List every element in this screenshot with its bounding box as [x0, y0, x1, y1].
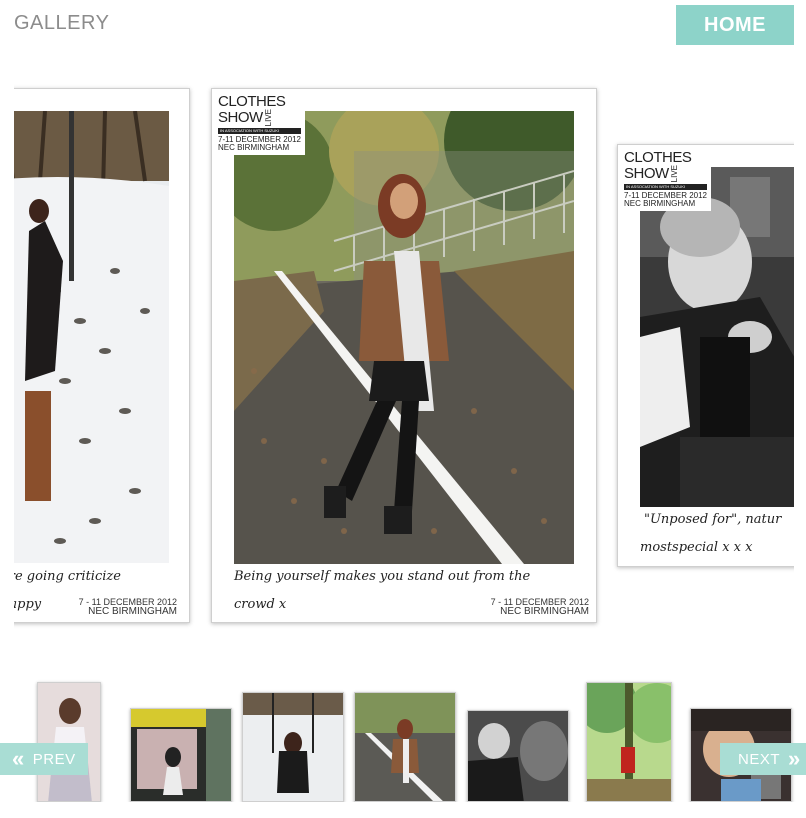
- thumbnail-strip: [0, 676, 806, 802]
- caption-line-1: are going criticize: [14, 569, 121, 584]
- slide-card-previous[interactable]: are going criticize happy 7 - 11 DECEMBE…: [14, 88, 190, 623]
- home-button[interactable]: HOME: [676, 5, 794, 45]
- page-title: GALLERY: [14, 12, 110, 34]
- logo-strip: IN ASSOCIATION WITH SUZUKI: [218, 128, 301, 135]
- logo-venue: NEC BIRMINGHAM: [218, 143, 290, 153]
- double-chevron-right-icon: »: [788, 746, 801, 771]
- logo-line-1: CLOTHES: [624, 149, 692, 166]
- caption-line-1: Being yourself makes you stand out from …: [234, 569, 531, 584]
- thumbnail[interactable]: [242, 692, 344, 802]
- event-venue: NEC BIRMINGHAM: [500, 606, 589, 617]
- thumbnail[interactable]: [467, 710, 569, 802]
- event-logo: CLOTHES SHOW LIVE IN ASSOCIATION WITH SU…: [214, 91, 305, 156]
- event-info: 7 - 11 DECEMBER 2012 NEC BIRMINGHAM: [452, 597, 589, 617]
- prev-label: PREV: [32, 750, 76, 768]
- event-venue: NEC BIRMINGHAM: [88, 606, 177, 617]
- slide-card-current[interactable]: CLOTHES SHOW LIVE IN ASSOCIATION WITH SU…: [211, 88, 597, 623]
- prev-button[interactable]: « PREV: [0, 743, 88, 775]
- logo-line-2: SHOW: [624, 165, 669, 183]
- thumbnail[interactable]: [586, 682, 672, 802]
- logo-strip: IN ASSOCIATION WITH SUZUKI: [624, 184, 707, 191]
- thumbnail[interactable]: [37, 682, 101, 802]
- thumbnail[interactable]: [130, 708, 232, 802]
- event-logo: CLOTHES SHOW LIVE IN ASSOCIATION WITH SU…: [620, 147, 711, 212]
- caption-line-1: "Unposed for", natur: [644, 512, 782, 527]
- slide-photo: [14, 111, 169, 563]
- slide-card-next[interactable]: CLOTHES SHOW LIVE IN ASSOCIATION WITH SU…: [617, 144, 794, 567]
- event-info: 7 - 11 DECEMBER 2012 NEC BIRMINGHAM: [45, 597, 177, 617]
- slide-caption: "Unposed for", natur mostspecial x x x: [640, 506, 794, 562]
- double-chevron-left-icon: «: [12, 746, 25, 771]
- next-button[interactable]: NEXT »: [720, 743, 806, 775]
- logo-line-2: SHOW: [218, 109, 263, 127]
- slide-photo: [234, 111, 574, 564]
- logo-line-1: CLOTHES: [218, 93, 286, 110]
- slideshow: are going criticize happy 7 - 11 DECEMBE…: [14, 80, 794, 640]
- slide-photo: [640, 167, 794, 507]
- caption-line-2: mostspecial x x x: [640, 540, 753, 555]
- next-label: NEXT: [738, 750, 781, 768]
- logo-live: LIVE: [263, 109, 273, 127]
- thumbnail[interactable]: [354, 692, 456, 802]
- logo-venue: NEC BIRMINGHAM: [624, 199, 696, 209]
- logo-live: LIVE: [669, 165, 679, 183]
